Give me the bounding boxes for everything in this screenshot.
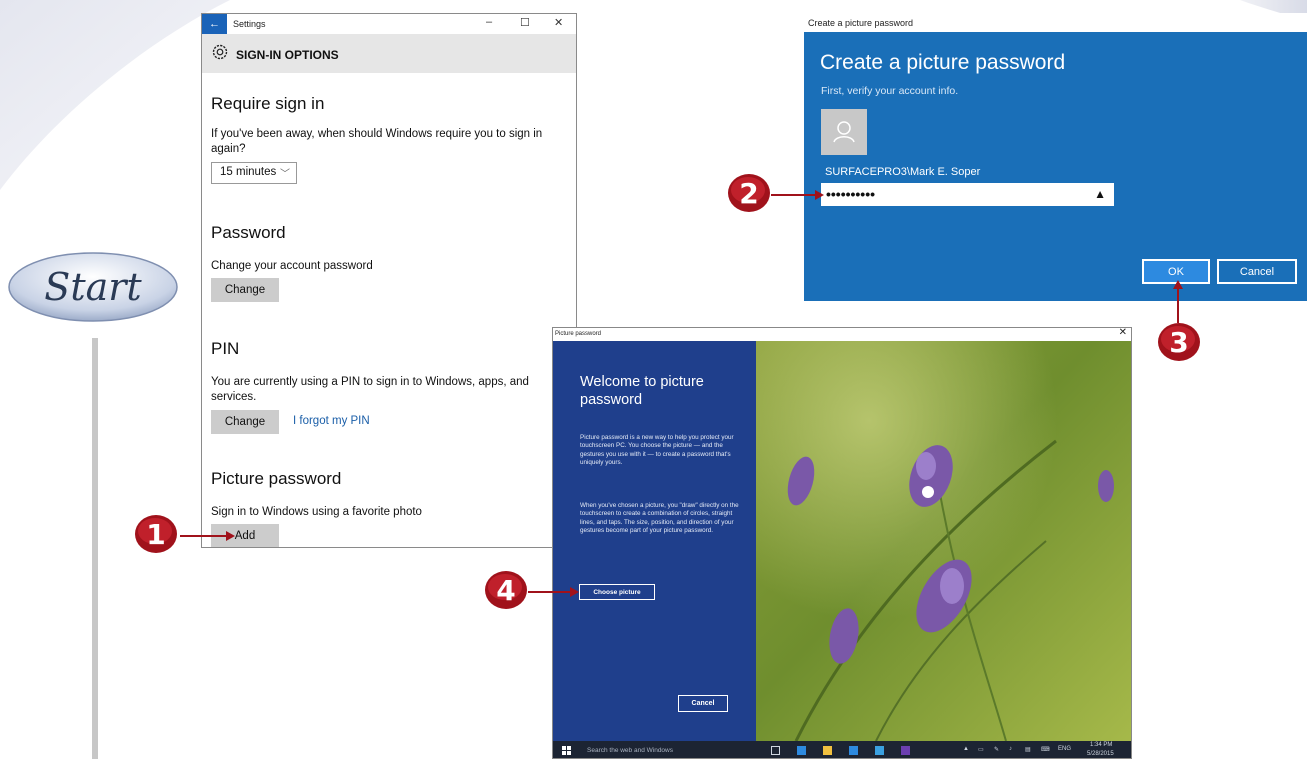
- taskbar-search[interactable]: Search the web and Windows: [587, 747, 673, 754]
- chevron-down-icon: ﹀: [280, 169, 290, 180]
- change-password-button[interactable]: Change: [211, 278, 279, 302]
- start-badge-label: Start: [44, 265, 142, 309]
- task-view-icon[interactable]: [771, 746, 780, 755]
- back-arrow-icon[interactable]: ←: [202, 14, 227, 34]
- minimize-icon[interactable]: –: [486, 16, 492, 28]
- file-explorer-icon[interactable]: [823, 746, 832, 755]
- callout-4-badge: 4: [485, 571, 527, 609]
- edge-icon[interactable]: [797, 746, 806, 755]
- password-field[interactable]: •••••••••• ▲: [821, 183, 1114, 206]
- volume-icon[interactable]: ♪: [1009, 746, 1012, 752]
- callout-2-badge: 2: [728, 174, 770, 212]
- callout-1-arrow: [180, 535, 230, 537]
- callout-2-arrow: [771, 194, 821, 196]
- callout-2-number: 2: [739, 177, 758, 210]
- verify-subtitle: First, verify your account info.: [821, 85, 959, 97]
- pin-heading: PIN: [211, 339, 240, 358]
- picture-password-heading: Picture password: [211, 469, 342, 488]
- settings-title: Settings: [233, 19, 266, 29]
- callout-3-arrow: [1177, 285, 1179, 323]
- choose-picture-button[interactable]: Choose picture: [579, 584, 655, 600]
- reveal-password-icon[interactable]: ▲: [1094, 187, 1106, 201]
- callout-3-badge: 3: [1158, 323, 1200, 361]
- callout-4-number: 4: [496, 574, 515, 607]
- keyboard-icon[interactable]: ⌨: [1041, 746, 1050, 753]
- callout-1-badge: 1: [135, 515, 177, 553]
- close-icon[interactable]: ✕: [1119, 328, 1127, 338]
- store-icon[interactable]: [849, 746, 858, 755]
- callout-1-arrowhead: [226, 531, 235, 541]
- callout-4-arrowhead: [570, 587, 579, 597]
- avatar: [821, 109, 867, 155]
- require-sign-in-heading: Require sign in: [211, 94, 325, 113]
- verify-titlebar-text: Create a picture password: [808, 18, 914, 28]
- callout-3-arrowhead: [1173, 280, 1183, 289]
- callout-4-arrow: [528, 591, 576, 593]
- verify-title: Create a picture password: [820, 51, 1066, 74]
- select-value: 15 minutes: [220, 166, 277, 178]
- picture-titlebar: Picture password ✕: [553, 328, 1131, 341]
- picture-password-window: Picture password ✕ Welcome to picture pa…: [552, 327, 1132, 759]
- settings-app-icon[interactable]: [901, 746, 910, 755]
- clock-date[interactable]: 5/28/2015: [1087, 751, 1114, 757]
- cancel-picture-button[interactable]: Cancel: [678, 695, 728, 712]
- side-rule: [92, 338, 98, 759]
- photos-icon[interactable]: [875, 746, 884, 755]
- battery-icon: ▭: [978, 747, 984, 753]
- require-sign-in-select[interactable]: 15 minutes ﹀: [211, 162, 297, 184]
- settings-page-title: SIGN-IN OPTIONS: [236, 48, 339, 62]
- pin-desc: You are currently using a PIN to sign in…: [211, 376, 529, 403]
- clock-time[interactable]: 1:34 PM: [1090, 742, 1112, 748]
- picture-titlebar-text: Picture password: [555, 331, 602, 337]
- taskbar: Search the web and Windows ▲ ▭ ✎ ♪ ▤ ⌨ E…: [553, 741, 1131, 758]
- require-sign-in-desc: If you've been away, when should Windows…: [211, 128, 543, 155]
- settings-header: SIGN-IN OPTIONS: [202, 34, 576, 73]
- callout-3-number: 3: [1169, 326, 1188, 359]
- password-desc: Change your account password: [211, 260, 373, 272]
- pen-icon[interactable]: ✎: [994, 746, 999, 753]
- username-label: SURFACEPRO3\Mark E. Soper: [825, 166, 981, 178]
- picture-info-panel: Welcome to picture password Picture pass…: [553, 341, 756, 741]
- language-indicator[interactable]: ENG: [1058, 746, 1071, 752]
- intro-paragraph: Picture password is a new way to help yo…: [580, 434, 734, 467]
- close-icon[interactable]: ✕: [554, 16, 563, 29]
- settings-window: ← Settings – ☐ ✕ SIGN-IN OPTIONS Require…: [201, 13, 577, 548]
- password-mask: ••••••••••: [826, 186, 876, 202]
- windows-logo-icon[interactable]: [562, 746, 571, 755]
- picture-password-desc: Sign in to Windows using a favorite phot…: [211, 506, 422, 518]
- gear-icon: [212, 44, 228, 60]
- verify-account-dialog: Create a picture password Create a pictu…: [804, 13, 1307, 301]
- instructions-paragraph: When you've chosen a picture, you "draw"…: [580, 502, 739, 535]
- cancel-button[interactable]: Cancel: [1217, 259, 1297, 284]
- notifications-icon[interactable]: ▤: [1025, 746, 1031, 753]
- change-pin-button[interactable]: Change: [211, 410, 279, 434]
- verify-titlebar: Create a picture password: [804, 13, 1307, 32]
- password-heading: Password: [211, 223, 286, 242]
- maximize-icon[interactable]: ☐: [520, 16, 530, 29]
- lavender-photo: [756, 341, 1131, 741]
- tray-chevron-icon[interactable]: ▲: [963, 746, 969, 752]
- welcome-title: Welcome to picture password: [580, 374, 704, 408]
- callout-1-number: 1: [146, 518, 165, 551]
- callout-2-arrowhead: [815, 190, 824, 200]
- user-icon: [833, 121, 855, 143]
- forgot-pin-link[interactable]: I forgot my PIN: [293, 415, 370, 427]
- settings-titlebar: ← Settings – ☐ ✕: [202, 14, 576, 34]
